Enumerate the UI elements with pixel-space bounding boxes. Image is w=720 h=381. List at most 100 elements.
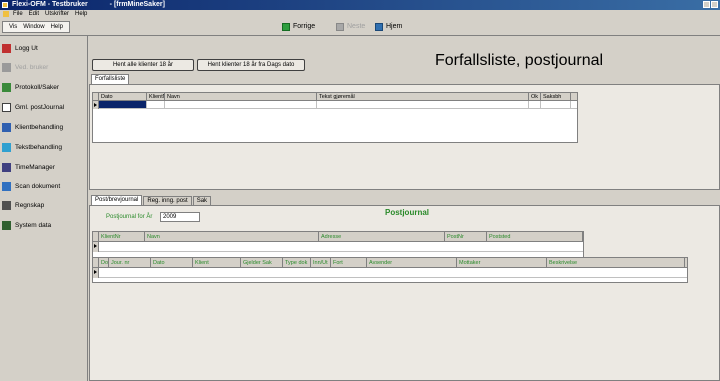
column-header-klient[interactable]: Klient [193,258,241,267]
menu-vis[interactable]: Vis [9,22,17,32]
hjem-button[interactable]: Hjem [375,21,402,33]
window-titlebar: Flexi-OFM - Testbruker - [frmMineSaker] [0,0,720,10]
window-menu: Vis Window Help [2,21,70,33]
sidebar-item-regnskap[interactable]: Regnskap [2,197,86,213]
sidebar-item-label: Tekstbehandling [15,143,62,151]
column-header-dato[interactable]: Dato [151,258,193,267]
app-icon [2,2,8,8]
column-header-fort[interactable]: Fort [331,258,367,267]
column-header-beskrivelse[interactable]: Beskrivelse [547,258,685,267]
text-icon [2,142,11,152]
column-header-navn[interactable]: Navn [145,232,319,241]
sidebar-item-gml-postjournal[interactable]: Gml. postJournal [2,99,86,115]
column-header-type-dok[interactable]: Type dok [283,258,311,267]
sidebar-item-protokoll[interactable]: Protokoll/Saker [2,79,86,95]
menu-utskrifter[interactable]: Utskrifter [45,10,69,18]
menu-help-2[interactable]: Help [51,22,63,32]
table-cell[interactable] [147,101,165,108]
sidebar-item-label: Logg Ut [15,44,38,52]
window-controls [703,1,718,8]
back-icon [282,23,290,31]
hent-klienter-fra-dato-button[interactable]: Hent klienter 18 år fra Dags dato [197,59,305,71]
logout-icon [2,43,11,53]
document-grid: Doc Jour. nr Dato Klient Gjelder Sak Typ… [92,257,688,283]
client-grid: KlientNr Navn Adresse PostNr Poststed [92,231,584,258]
sidebar-item-label: Scan dokument [15,182,61,190]
forrige-button[interactable]: Forrige [282,21,315,33]
table-cell[interactable] [165,101,317,108]
menu-window[interactable]: Window [23,22,44,32]
bottom-tabstrip: Post/brevjournal Reg. inng. post Sak [91,195,212,205]
sidebar-item-label: TimeManager [15,163,55,171]
forward-icon [336,23,344,31]
menu-help[interactable]: Help [75,10,87,18]
postjournal-year-input[interactable]: 2009 [160,212,200,222]
toolbar: Vis Window Help Forrige Neste Hjem [0,18,720,36]
sidebar-item-label: Ved. bruker [15,63,49,71]
mdi-child-icon[interactable] [3,11,9,17]
ledger-icon [2,200,11,210]
neste-button[interactable]: Neste [336,21,365,33]
column-header-avsender[interactable]: Avsender [367,258,457,267]
menu-edit[interactable]: Edit [29,10,39,18]
system-icon [2,220,11,230]
sidebar-item-label: System data [15,221,52,229]
sidebar-item-tekstbehandling[interactable]: Tekstbehandling [2,139,86,155]
table-cell[interactable] [317,101,529,108]
table-cell[interactable] [541,101,571,108]
tab-sak[interactable]: Sak [192,196,212,205]
current-row-icon [93,242,99,252]
table-cell[interactable] [99,101,147,108]
column-header-gjelder-sak[interactable]: Gjelder Sak [241,258,283,267]
sidebar-item-klientbehandling[interactable]: Klientbehandling [2,119,86,135]
sidebar-item-scan-dokument[interactable]: Scan dokument [2,178,86,194]
column-header-ok[interactable]: Ok [529,93,541,100]
forfall-grid: Dato KlientNr Navn Tekst gjøremål Ok Sak… [92,92,578,143]
restore-button[interactable] [711,1,718,8]
tab-forfallsliste[interactable]: Forfallsliste [91,74,130,84]
column-header-adresse[interactable]: Adresse [319,232,445,241]
column-header-tekst[interactable]: Tekst gjøremål [317,93,529,100]
sidebar-item-ved-bruker[interactable]: Ved. bruker [2,59,86,75]
hent-alle-klienter-button[interactable]: Hent alle klienter 18 år [92,59,194,71]
table-row[interactable] [93,101,577,109]
menu-file[interactable]: File [13,10,23,18]
column-header-navn[interactable]: Navn [165,93,317,100]
user-icon [2,62,11,72]
column-header-klientnr[interactable]: KlientNr [147,93,165,100]
client-grid-header: KlientNr Navn Adresse PostNr Poststed [93,232,583,242]
calendar-icon [2,162,11,172]
home-icon [375,23,383,31]
column-header-poststed[interactable]: Poststed [487,232,583,241]
sidebar-item-logg-ut[interactable]: Logg Ut [2,40,86,56]
column-header-klientnr[interactable]: KlientNr [99,232,145,241]
minimize-button[interactable] [703,1,710,8]
sidebar-item-timemanager[interactable]: TimeManager [2,159,86,175]
column-header-doc[interactable]: Doc [99,258,109,267]
table-row[interactable] [93,268,687,278]
column-header-postnr[interactable]: PostNr [445,232,487,241]
table-row[interactable] [93,242,583,252]
hjem-label: Hjem [386,23,403,30]
tab-reg-inng-post[interactable]: Reg. inng. post [143,196,192,205]
document-title: - [frmMineSaker] [109,1,165,8]
protocol-icon [2,82,11,92]
sidebar-item-label: Klientbehandling [15,123,64,131]
column-header-inn-ut[interactable]: Inn/Ut [311,258,331,267]
column-header-mottaker[interactable]: Mottaker [457,258,547,267]
table-cell[interactable] [529,101,541,108]
scanner-icon [2,181,11,191]
document-grid-header: Doc Jour. nr Dato Klient Gjelder Sak Typ… [93,258,687,268]
neste-label: Neste [347,23,366,30]
forrige-label: Forrige [293,23,316,30]
sidebar-item-label: Gml. postJournal [15,103,65,111]
clients-icon [2,122,11,132]
page-title: Forfallsliste, postjournal [435,52,604,69]
postjournal-title: Postjournal [385,208,430,217]
tab-post-brevjournal[interactable]: Post/brevjournal [91,195,143,205]
column-header-jour-nr[interactable]: Jour. nr [109,258,151,267]
menubar: File Edit Utskrifter Help [0,10,720,18]
sidebar-item-system-data[interactable]: System data [2,217,86,233]
column-header-saksbh[interactable]: Saksbh [541,93,571,100]
column-header-dato[interactable]: Dato [99,93,147,100]
